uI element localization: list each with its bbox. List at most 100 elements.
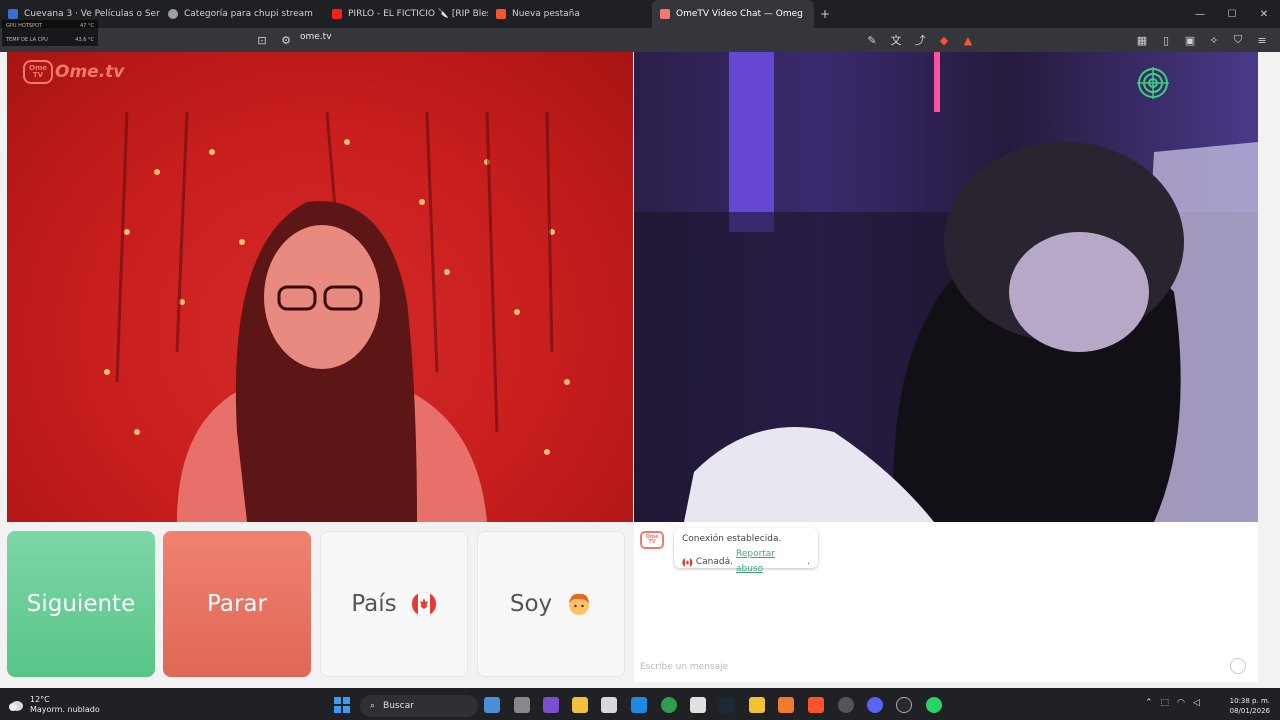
next-button-label: Siguiente [26, 591, 136, 617]
tab-label: Categoría para chupi stream [184, 9, 313, 19]
vpn-icon[interactable]: ⛉ [1228, 30, 1248, 50]
stop-button-label: Parar [207, 591, 267, 617]
emoji-icon[interactable] [1230, 658, 1246, 674]
file-explorer-icon[interactable] [572, 697, 588, 713]
tab-nueva[interactable]: Nueva pestaña [488, 0, 652, 28]
search-label: Buscar [383, 701, 414, 711]
cuevana-icon [8, 9, 18, 19]
canada-flag-icon [682, 556, 693, 568]
local-video: Ome TV Ome.tv [7, 52, 633, 522]
logo-text: Ome.tv [55, 62, 125, 82]
toolbar-icons: ✎ 文 ⤴ ◆ ▲ ▦ ▯ ▣ ✧ ⛉ ≡ [862, 30, 1272, 50]
share-icon[interactable]: ⤴ [910, 30, 930, 50]
capcut-icon[interactable] [690, 697, 706, 713]
tab-pirlo[interactable]: PIRLO - EL FICTICIO 🔪 [RIP Blessd] [324, 0, 488, 28]
connection-status: Conexión establecida. [682, 534, 782, 544]
maximize-icon[interactable]: ☐ [1216, 0, 1248, 28]
message-input[interactable]: Escribe un mensaje [640, 662, 1230, 674]
close-window-icon[interactable]: ✕ [1248, 0, 1280, 28]
weather-desc: Mayorm. nublado [30, 705, 100, 714]
copilot-icon[interactable] [484, 697, 500, 713]
whatsapp-icon[interactable] [926, 697, 942, 713]
chevron-up-icon[interactable]: ⌃ [1145, 698, 1153, 708]
bookmark-icon[interactable]: ⊡ [252, 30, 272, 50]
task-view-icon[interactable] [514, 697, 530, 713]
site-settings-icon[interactable]: ⚙ [276, 30, 296, 50]
cloud-icon [9, 701, 23, 711]
ometv-page: Ome TV Ome.tv Siguiente Parar País Soy O… [0, 52, 1280, 688]
warp-icon[interactable] [838, 697, 854, 713]
vlc-icon[interactable] [778, 697, 794, 713]
taskbar-search[interactable]: ⌕ Buscar [360, 695, 478, 717]
discord-icon[interactable] [867, 697, 883, 713]
system-message: Conexión establecida. Canadá. Reportar a… [674, 528, 818, 574]
country-button-label: País [351, 591, 397, 617]
taskbar-clock[interactable]: 10:38 p. m. 08/01/2026 [1230, 696, 1270, 716]
gpu-value: 47 °C [80, 23, 94, 29]
brave-icon [496, 9, 506, 19]
target-icon[interactable] [1137, 67, 1169, 99]
obs-icon[interactable] [896, 697, 912, 713]
window-controls: — ☐ ✕ [1184, 0, 1280, 28]
address-bar: ⊡ ⚙ ome.tv ✎ 文 ⤴ ◆ ▲ ▦ ▯ ▣ ✧ ⛉ ≡ [0, 28, 1280, 52]
system-tray: ⌃ ⬚ ◠ ◁ [1145, 698, 1200, 708]
ometv-icon [660, 9, 670, 19]
ometv-logo[interactable]: Ome TV Ome.tv [23, 60, 124, 84]
clock-date: 08/01/2026 [1229, 707, 1270, 715]
period-text: . [807, 556, 810, 567]
next-button[interactable]: Siguiente [7, 531, 155, 677]
tab-label: PIRLO - EL FICTICIO 🔪 [RIP Blessd] [348, 9, 488, 19]
chat-panel: Ome TV Conexión establecida. Canadá. Rep… [634, 522, 1258, 682]
brave-rewards-icon[interactable]: ▲ [958, 30, 978, 50]
upwork-icon[interactable] [661, 697, 677, 713]
cpu-value: 43.6 °C [75, 37, 94, 43]
country-button[interactable]: País [320, 531, 468, 677]
globe-icon [168, 9, 178, 19]
wallet-icon[interactable]: ▣ [1180, 30, 1200, 50]
menu-icon[interactable]: ≡ [1252, 30, 1272, 50]
mail-icon[interactable] [631, 697, 647, 713]
minimize-icon[interactable]: — [1184, 0, 1216, 28]
wifi-icon[interactable]: ◠ [1177, 698, 1185, 708]
canada-flag-icon [411, 591, 437, 617]
hardware-stats-overlay: GPU HOTSPOT 47 °C TEMP DE LA CPU 43.6 °C [2, 20, 98, 46]
chat-ometv-logo: Ome TV [640, 531, 664, 549]
report-abuse-link[interactable]: Reportar abuso [736, 547, 804, 577]
tab-label: OmeTV Video Chat — Omeg [676, 9, 803, 19]
new-tab-icon[interactable]: + [820, 7, 830, 21]
steam-icon[interactable] [719, 697, 735, 713]
clock-time: 10:38 p. m. [1229, 697, 1270, 705]
widgets-icon[interactable] [543, 697, 559, 713]
split-icon[interactable]: ▯ [1156, 30, 1176, 50]
search-icon: ⌕ [370, 701, 376, 711]
brave-shield-icon[interactable]: ◆ [934, 30, 954, 50]
partner-country: Canadá. [695, 556, 733, 567]
youtube-icon [332, 9, 342, 19]
leo-icon[interactable]: ✧ [1204, 30, 1224, 50]
translate-icon[interactable]: 文 [886, 30, 906, 50]
windows-taskbar: 12°C Mayorm. nublado ⌕ Buscar ⌃ ⬚ ◠ ◁ 10… [0, 688, 1280, 720]
tab-label: Nueva pestaña [512, 9, 580, 19]
tab-categoria[interactable]: Categoría para chupi stream [160, 0, 324, 28]
edit-icon[interactable]: ✎ [862, 30, 882, 50]
sidebar-icon[interactable]: ▦ [1132, 30, 1152, 50]
gpu-label: GPU HOTSPOT [6, 23, 43, 29]
cpu-label: TEMP DE LA CPU [6, 37, 48, 43]
network-icon[interactable]: ⬚ [1161, 698, 1170, 708]
start-icon[interactable] [334, 697, 350, 713]
volume-icon[interactable]: ◁ [1193, 698, 1200, 708]
app-icon[interactable] [749, 697, 765, 713]
remote-video-scene [634, 52, 1258, 522]
logo-badge: Ome TV [23, 60, 53, 84]
gender-button[interactable]: Soy [477, 531, 625, 677]
brave-taskbar-icon[interactable] [808, 697, 824, 713]
tab-ometv[interactable]: OmeTV Video Chat — Omeg ✕ [652, 0, 814, 28]
gender-button-label: Soy [509, 591, 553, 617]
weather-widget[interactable]: 12°C Mayorm. nublado [8, 695, 100, 715]
store-icon[interactable] [601, 697, 617, 713]
stop-button[interactable]: Parar [163, 531, 311, 677]
browser-tab-bar: Cuevana 3 · Ve Películas o Series Catego… [0, 0, 1280, 28]
url-field[interactable]: ome.tv [300, 32, 332, 42]
remote-video [634, 52, 1258, 522]
boy-emoji-icon [569, 593, 590, 615]
